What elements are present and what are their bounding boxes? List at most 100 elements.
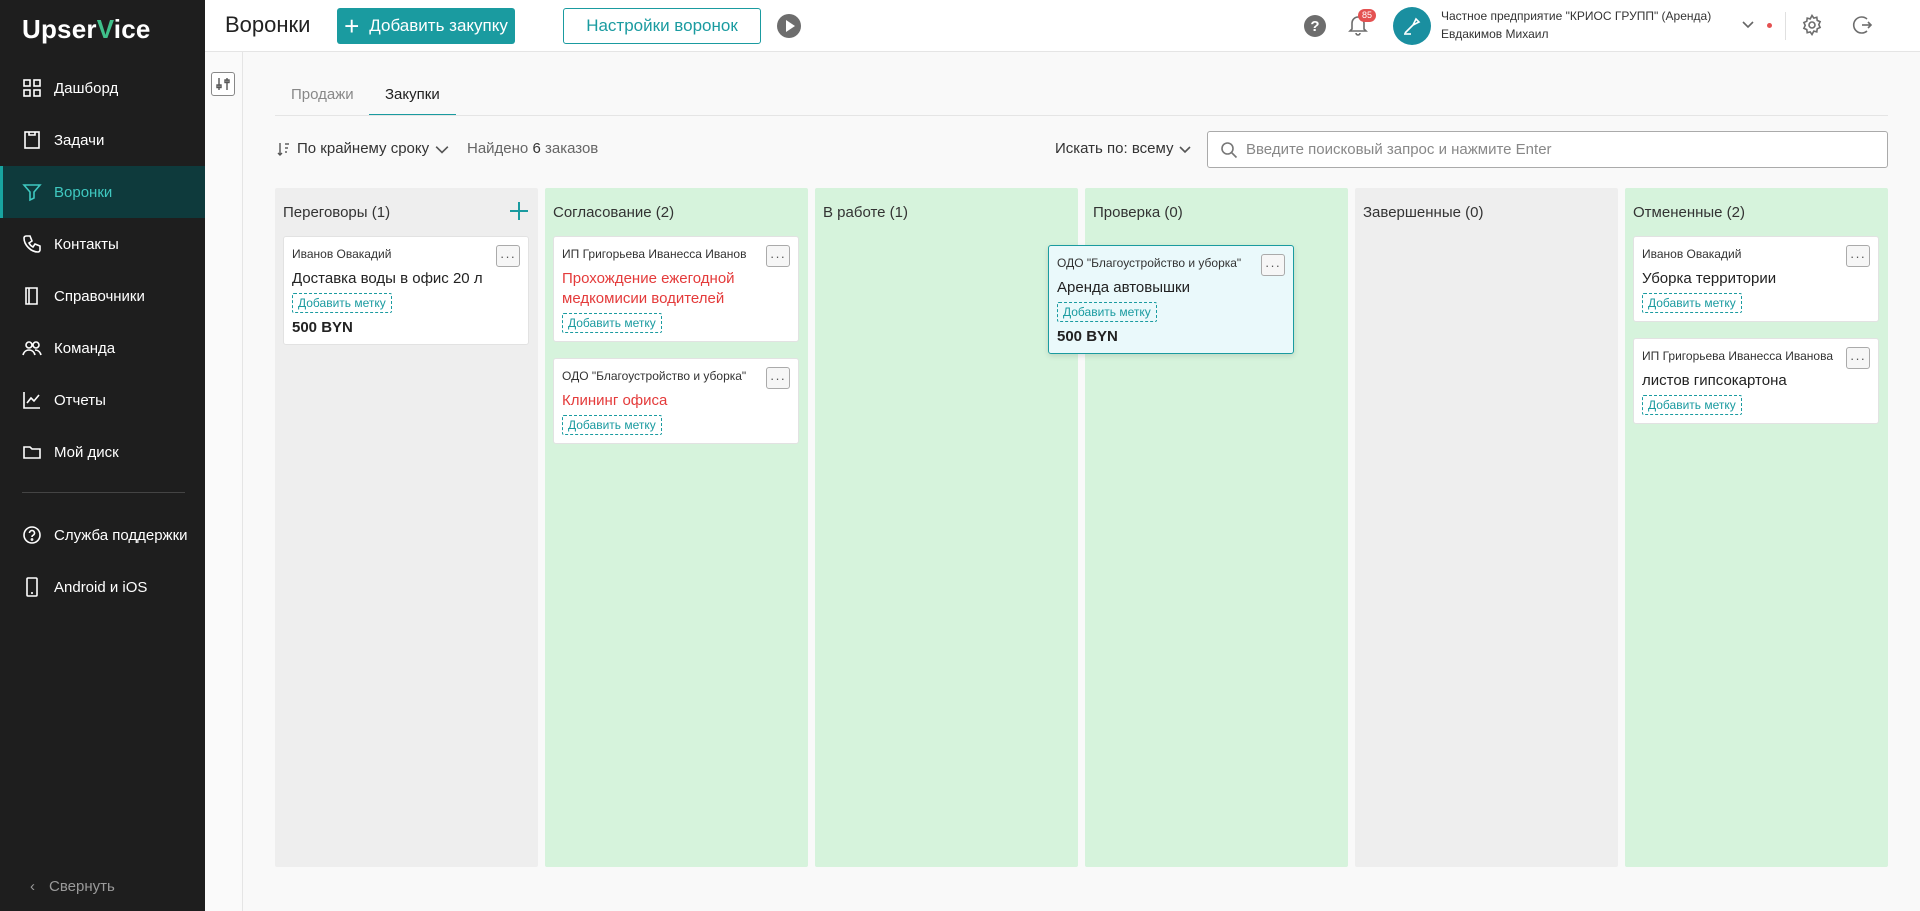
- sidebar-item-label: Задачи: [54, 131, 105, 149]
- sort-dropdown[interactable]: По крайнему сроку: [277, 140, 455, 157]
- more-options-button[interactable]: ···: [766, 245, 790, 267]
- column-in-progress: В работе (1): [815, 188, 1078, 867]
- sidebar-item-label: Команда: [54, 339, 116, 357]
- search-scope-label: Искать по: всему: [1055, 140, 1174, 157]
- sidebar: UpserVice Дашборд Задачи Воронки Контакт…: [0, 0, 205, 911]
- add-tag-button[interactable]: Добавить метку: [562, 313, 662, 333]
- sidebar-item-team[interactable]: Команда: [0, 322, 205, 374]
- tabs-underline: [275, 115, 1888, 116]
- sidebar-secondary-nav: Служба поддержки Android и iOS: [0, 509, 205, 613]
- sidebar-item-tasks[interactable]: Задачи: [0, 114, 205, 166]
- sidebar-item-label: Дашборд: [54, 79, 119, 97]
- plus-icon: +: [344, 11, 360, 41]
- logo-text-left: Upser: [22, 14, 97, 44]
- sidebar-item-label: Воронки: [54, 183, 113, 201]
- sidebar-item-label: Контакты: [54, 235, 119, 253]
- sidebar-item-label: Служба поддержки: [54, 526, 188, 544]
- sidebar-item-contacts[interactable]: Контакты: [0, 218, 205, 270]
- collapse-sidebar-button[interactable]: ‹ Свернуть: [30, 878, 115, 895]
- chart-icon: [22, 390, 42, 410]
- play-icon[interactable]: [777, 14, 801, 38]
- add-tag-button[interactable]: Добавить метку: [1642, 293, 1742, 313]
- help-icon[interactable]: ?: [1304, 15, 1326, 37]
- sidebar-item-support[interactable]: Служба поддержки: [0, 509, 205, 561]
- column-title: В работе (1): [823, 204, 909, 221]
- more-options-button[interactable]: ···: [1261, 254, 1285, 276]
- filters-strip: [205, 52, 243, 911]
- column-title: Переговоры (1): [283, 204, 391, 221]
- card-client: ИП Григорьева Иванесса Иванов: [562, 247, 747, 261]
- collapse-label: Свернуть: [49, 878, 115, 895]
- column-title: Согласование (2): [553, 204, 675, 221]
- sort-icon: [277, 142, 289, 156]
- sidebar-item-directories[interactable]: Справочники: [0, 270, 205, 322]
- funnel-icon: [22, 182, 42, 202]
- order-card[interactable]: ОДО "Благоустройство и уборка" ··· Клини…: [553, 358, 799, 444]
- logo-text-right: ice: [113, 14, 151, 44]
- page-title: Воронки: [225, 12, 311, 37]
- tab-purchases[interactable]: Закупки: [369, 76, 456, 116]
- search-scope-dropdown[interactable]: Искать по: всему: [1055, 140, 1192, 157]
- sidebar-item-reports[interactable]: Отчеты: [0, 374, 205, 426]
- column-cancelled: Отмененные (2) Иванов Овакадий ··· Уборк…: [1625, 188, 1888, 867]
- sidebar-divider: [22, 492, 185, 493]
- more-options-button[interactable]: ···: [1846, 347, 1870, 369]
- tasks-icon: [22, 130, 42, 150]
- avatar[interactable]: [1393, 7, 1431, 45]
- gear-icon[interactable]: [1801, 13, 1823, 37]
- card-client: ОДО "Благоустройство и уборка": [562, 369, 747, 383]
- order-card[interactable]: Иванов Овакадий ··· Доставка воды в офис…: [283, 236, 529, 345]
- found-count: Найдено 6 заказов: [467, 140, 598, 157]
- sidebar-item-mobile-apps[interactable]: Android и iOS: [0, 561, 205, 613]
- card-subject: Уборка территории: [1642, 270, 1777, 287]
- add-tag-button[interactable]: Добавить метку: [292, 293, 392, 313]
- folder-icon: [22, 442, 42, 462]
- order-card[interactable]: ИП Григорьева Иванесса Иванов ··· Прохож…: [553, 236, 799, 342]
- order-card[interactable]: Иванов Овакадий ··· Уборка территории До…: [1633, 236, 1879, 322]
- help-icon: [22, 525, 42, 545]
- search-icon: [1221, 141, 1238, 158]
- card-client: Иванов Овакадий: [1642, 247, 1742, 261]
- dragged-order-card[interactable]: ОДО "Благоустройство и уборка" ··· Аренд…: [1048, 245, 1294, 354]
- search-box: [1207, 131, 1888, 168]
- add-purchase-label: Добавить закупку: [369, 16, 508, 35]
- sidebar-item-my-disk[interactable]: Мой диск: [0, 426, 205, 478]
- chevron-down-icon: [435, 145, 449, 154]
- card-subject: Аренда автовышки: [1057, 279, 1190, 296]
- order-card[interactable]: ИП Григорьева Иванесса Иванова ··· листо…: [1633, 338, 1879, 424]
- more-options-button[interactable]: ···: [496, 245, 520, 267]
- logo-check: V: [96, 14, 114, 44]
- add-tag-button[interactable]: Добавить метку: [1057, 302, 1157, 322]
- plus-icon: [510, 202, 528, 220]
- add-purchase-button[interactable]: + Добавить закупку: [337, 8, 515, 44]
- card-client: ОДО "Благоустройство и уборка": [1057, 256, 1242, 270]
- sliders-icon: [216, 78, 230, 90]
- funnel-settings-button[interactable]: Настройки воронок: [563, 8, 761, 44]
- column-approval: Согласование (2) ИП Григорьева Иванесса …: [545, 188, 808, 867]
- app-logo[interactable]: UpserVice: [22, 14, 151, 45]
- more-options-button[interactable]: ···: [766, 367, 790, 389]
- card-subject: Доставка воды в офис 20 л: [292, 270, 483, 287]
- found-prefix: Найдено: [467, 140, 529, 157]
- search-input[interactable]: [1246, 141, 1866, 158]
- card-client: Иванов Овакадий: [292, 247, 392, 261]
- add-tag-button[interactable]: Добавить метку: [562, 415, 662, 435]
- book-icon: [22, 286, 42, 306]
- dashboard-icon: [22, 78, 42, 98]
- sidebar-item-label: Отчеты: [54, 391, 106, 409]
- sidebar-nav: Дашборд Задачи Воронки Контакты Справочн…: [0, 62, 205, 478]
- column-title: Проверка (0): [1093, 204, 1183, 221]
- chevron-down-icon[interactable]: [1742, 17, 1754, 29]
- sidebar-item-dashboard[interactable]: Дашборд: [0, 62, 205, 114]
- tab-sales[interactable]: Продажи: [275, 76, 370, 116]
- add-card-button[interactable]: [508, 200, 530, 222]
- more-options-button[interactable]: ···: [1846, 245, 1870, 267]
- user-name: Евдакимов Михаил: [1441, 27, 1549, 41]
- sidebar-item-funnels[interactable]: Воронки: [0, 166, 205, 218]
- logout-icon[interactable]: [1851, 14, 1873, 36]
- user-info[interactable]: Частное предприятие "КРИОС ГРУПП" (Аренд…: [1441, 7, 1711, 43]
- add-tag-button[interactable]: Добавить метку: [1642, 395, 1742, 415]
- filter-toggle-button[interactable]: [211, 72, 235, 96]
- mobile-icon: [22, 577, 42, 597]
- sidebar-item-label: Android и iOS: [54, 578, 148, 596]
